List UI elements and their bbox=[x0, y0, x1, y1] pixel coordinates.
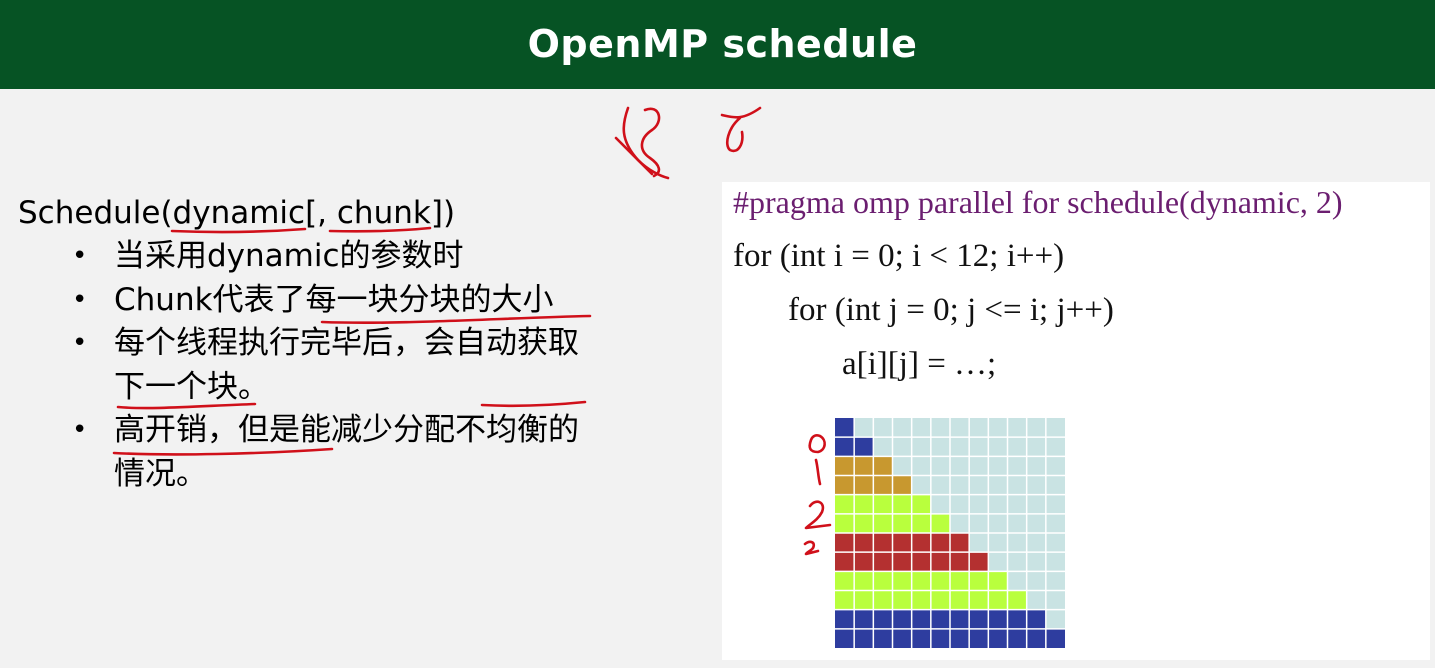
scribble-mark bbox=[614, 136, 654, 176]
title-bar: OpenMP schedule bbox=[0, 0, 1435, 89]
bullet-text-highlight: 每一块分块的大 bbox=[305, 281, 523, 318]
code-line-pragma: #pragma omp parallel for schedule(dynami… bbox=[733, 184, 1343, 220]
code-line-inner-loop: for (int j = 0; j <= i; j++) bbox=[788, 292, 1114, 328]
scribble-mark bbox=[720, 106, 762, 153]
bullet-text-highlight: 会自动 bbox=[424, 325, 517, 361]
left-text-column: Schedule(dynamic[, chunk]) 当采用dynamic的参数… bbox=[18, 193, 598, 496]
signature-arg-chunk: chunk bbox=[336, 195, 431, 231]
bullet-text: 执行完毕后， bbox=[238, 325, 424, 361]
grid-row-block-10 bbox=[835, 609, 1046, 629]
bullet-text-highlight: 每个线程 bbox=[114, 325, 238, 361]
iteration-grid bbox=[835, 418, 1065, 648]
signature-arg-dynamic: dynamic bbox=[172, 195, 306, 231]
signature-suffix: ]) bbox=[430, 195, 456, 231]
grid-row-block-8 bbox=[835, 571, 1008, 591]
scribble-mark bbox=[640, 107, 661, 178]
bullet-list: 当采用dynamic的参数时 Chunk代表了每一块分块的大小 每个线程执行完毕… bbox=[18, 235, 598, 496]
signature-mid: [, bbox=[305, 195, 337, 231]
grid-row-block-2 bbox=[835, 456, 893, 476]
code-figure-panel: #pragma omp parallel for schedule(dynami… bbox=[722, 182, 1430, 660]
bullet-text: 高开销，但是能减少分配不均衡的情况。 bbox=[114, 412, 579, 492]
grid-row-block-0 bbox=[835, 418, 855, 438]
schedule-signature: Schedule(dynamic[, chunk]) bbox=[18, 193, 598, 233]
bullet-item: Chunk代表了每一块分块的大小 bbox=[72, 279, 588, 323]
bullet-text: 。 bbox=[238, 368, 269, 405]
bullet-text: 当采用dynamic的参数时 bbox=[114, 238, 464, 274]
code-line-assignment: a[i][j] = …; bbox=[842, 346, 997, 382]
bullet-text: Chunk代表了 bbox=[114, 281, 306, 318]
bullet-text: 小 bbox=[522, 281, 554, 318]
code-line-outer-loop: for (int i = 0; i < 12; i++) bbox=[733, 238, 1065, 274]
bullet-item: 每个线程执行完毕后，会自动获取下一个块。 bbox=[72, 322, 588, 409]
bullet-item: 高开销，但是能减少分配不均衡的情况。 bbox=[72, 409, 588, 496]
grid-row-block-6 bbox=[835, 533, 970, 553]
scribble-mark bbox=[622, 106, 670, 180]
slide-title: OpenMP schedule bbox=[527, 22, 918, 66]
bullet-item: 当采用dynamic的参数时 bbox=[72, 235, 588, 279]
signature-prefix: Schedule( bbox=[18, 195, 173, 231]
grid-row-block-4 bbox=[835, 494, 931, 514]
